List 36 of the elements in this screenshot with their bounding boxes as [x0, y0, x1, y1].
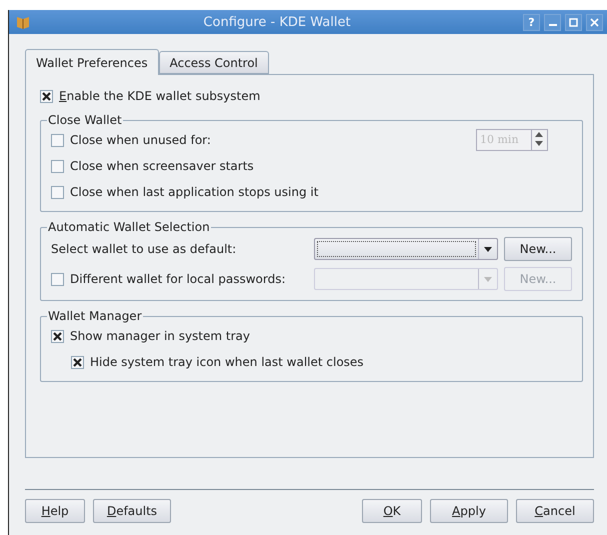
- checkbox[interactable]: [51, 134, 64, 146]
- new-button[interactable]: New...: [504, 237, 572, 261]
- checkbox-label: Enable the KDE wallet subsystem: [59, 89, 260, 103]
- wallet-dropdown[interactable]: [314, 238, 498, 260]
- group-title: Close Wallet: [47, 113, 123, 127]
- tab[interactable]: Access Control: [158, 51, 269, 74]
- dialog-button[interactable]: Defaults: [93, 499, 171, 523]
- dialog-button[interactable]: Help: [25, 499, 85, 523]
- maximize-icon: [569, 18, 578, 26]
- checkbox[interactable]: [51, 272, 64, 286]
- group-title: Automatic Wallet Selection: [47, 220, 211, 234]
- close-button[interactable]: [586, 14, 603, 30]
- checkbox-label: Show manager in system tray: [70, 329, 250, 343]
- checkbox[interactable]: [51, 160, 64, 172]
- minimize-button[interactable]: [544, 14, 561, 30]
- close-icon: [590, 18, 599, 26]
- field-label: Select wallet to use as default:: [51, 242, 236, 256]
- caret-icon: [484, 246, 492, 252]
- group-title: Wallet Manager: [47, 309, 143, 323]
- caret-icon: [484, 276, 492, 282]
- dialog-button[interactable]: Apply: [430, 499, 508, 523]
- tab[interactable]: Wallet Preferences: [25, 49, 159, 75]
- window-title: Configure - KDE Wallet: [202, 14, 352, 30]
- checkbox-label: Close when screensaver starts: [70, 159, 254, 173]
- dialog-button[interactable]: OK: [362, 499, 422, 523]
- checkbox[interactable]: [71, 356, 84, 368]
- checkbox-label: Different wallet for local passwords:: [70, 272, 286, 286]
- checkbox[interactable]: [51, 330, 64, 342]
- dialog-button[interactable]: Cancel: [516, 499, 594, 523]
- checkbox-label: Close when unused for:: [70, 133, 211, 147]
- checkbox-label: Hide system tray icon when last wallet closes: [90, 355, 364, 369]
- checkbox[interactable]: [40, 90, 53, 102]
- checkbox[interactable]: [51, 186, 64, 198]
- maximize-button[interactable]: [565, 14, 582, 30]
- wallet-icon: [15, 14, 31, 30]
- checkbox-label: Close when last application stops using it: [70, 185, 318, 199]
